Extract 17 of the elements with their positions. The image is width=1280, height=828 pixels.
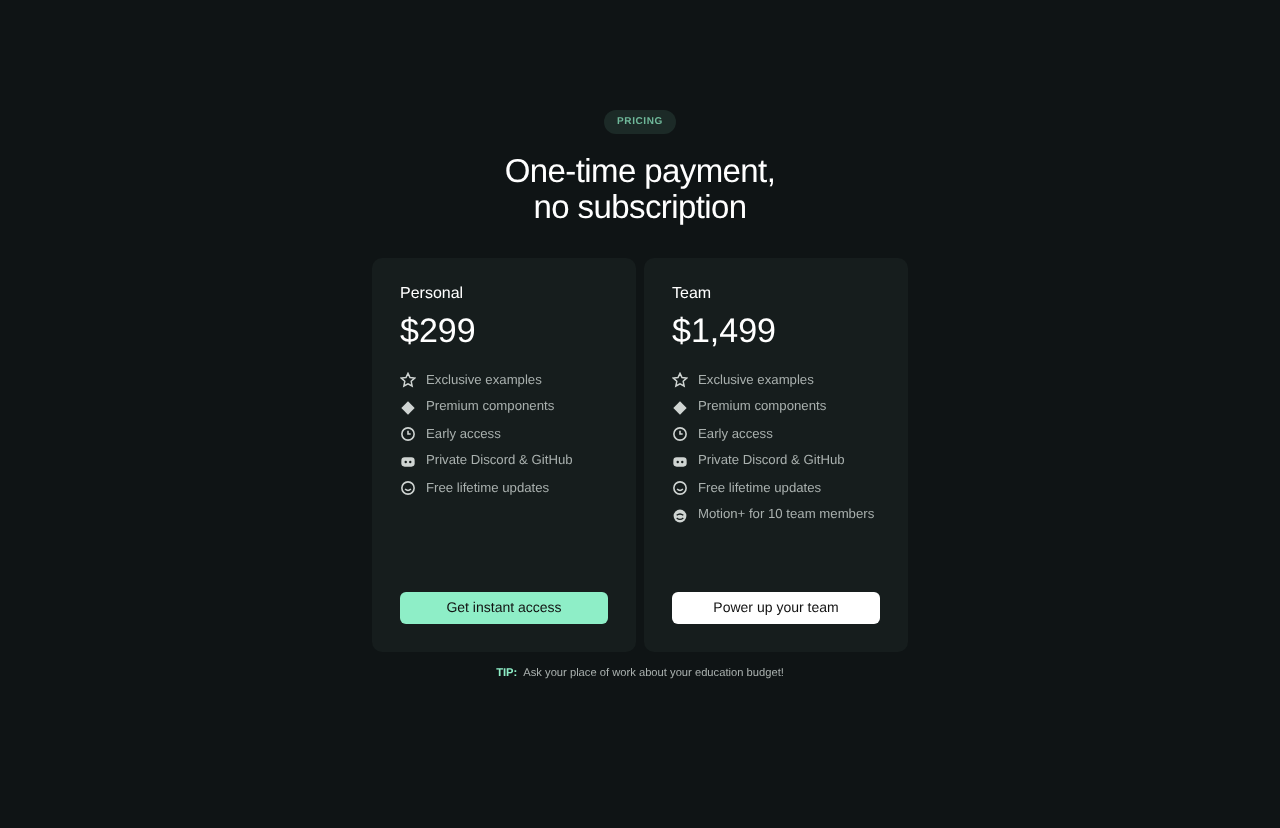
plan-name: Personal bbox=[400, 284, 464, 302]
diamond-icon bbox=[672, 399, 688, 415]
swirl-icon bbox=[672, 507, 688, 523]
heading: One-time payment, bbox=[504, 154, 776, 190]
diamond-icon bbox=[400, 399, 416, 415]
star-icon bbox=[400, 372, 416, 388]
star-icon bbox=[672, 372, 688, 388]
clock-icon bbox=[400, 426, 416, 442]
plan-price: $299 bbox=[400, 312, 476, 352]
plan-name: Team bbox=[672, 284, 712, 302]
chat-icon bbox=[672, 453, 688, 469]
chat-icon bbox=[400, 453, 416, 469]
plan-price: $1,499 bbox=[672, 312, 776, 352]
smiley-icon bbox=[672, 480, 688, 496]
clock-icon bbox=[672, 426, 688, 442]
smiley-icon bbox=[400, 480, 416, 496]
heading: no subscription bbox=[533, 190, 747, 226]
